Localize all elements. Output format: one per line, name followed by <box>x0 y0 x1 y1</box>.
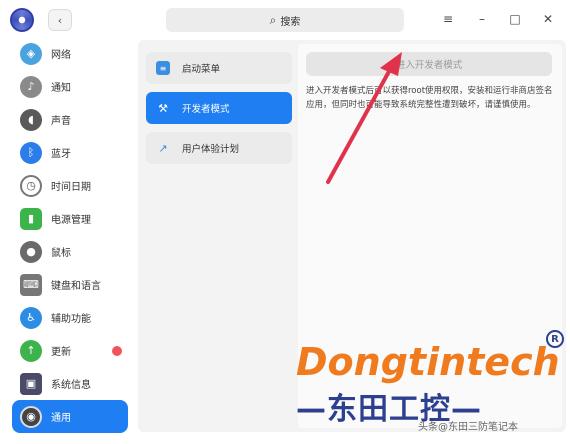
sidebar-item-label: 更新 <box>51 347 71 358</box>
menu-button[interactable]: ≡ <box>438 9 458 29</box>
bell-icon: ♪ <box>20 75 42 98</box>
submenu-item-boot-menu[interactable]: ≡ 启动菜单 <box>146 52 292 84</box>
clock-icon: ◷ <box>20 174 42 197</box>
sidebar-item-label: 通知 <box>51 83 71 94</box>
sidebar-item-label: 通用 <box>51 413 71 424</box>
close-button[interactable]: ✕ <box>538 9 558 29</box>
sidebar-item-keyboard[interactable]: ⌨ 键盘和语言 <box>12 268 128 301</box>
sidebar-item-update[interactable]: ↑ 更新 <box>12 334 128 367</box>
app-logo-icon <box>10 8 34 32</box>
sidebar-item-notification[interactable]: ♪ 通知 <box>12 70 128 103</box>
submenu-item-label: 开发者模式 <box>182 104 230 115</box>
general-submenu: ≡ 启动菜单 ⚒ 开发者模式 ↗ 用户体验计划 <box>146 52 292 172</box>
sidebar-item-system-info[interactable]: ▣ 系统信息 <box>12 367 128 400</box>
developer-mode-description: 进入开发者模式后可以获得root使用权限，安装和运行非商店签名应用，但同时也可能… <box>306 86 553 110</box>
sidebar-item-label: 声音 <box>51 116 71 127</box>
sidebar-item-general[interactable]: ◉ 通用 <box>12 400 128 433</box>
submenu-item-label: 启动菜单 <box>182 64 221 75</box>
watermark-brand: Dongtintech <box>296 340 560 384</box>
sidebar-item-label: 鼠标 <box>51 248 71 259</box>
search-input[interactable]: ⌕ 搜索 <box>166 8 404 32</box>
submenu-item-developer-mode[interactable]: ⚒ 开发者模式 <box>146 92 292 124</box>
sidebar-item-sound[interactable]: ◖ 声音 <box>12 103 128 136</box>
sidebar-item-accessibility[interactable]: ♿ 辅助功能 <box>12 301 128 334</box>
sidebar-item-label: 时间日期 <box>51 182 91 193</box>
mouse-icon: ● <box>20 240 42 263</box>
sidebar-item-label: 电源管理 <box>51 215 91 226</box>
sidebar-item-network[interactable]: ◈ 网络 <box>12 37 128 70</box>
sidebar-item-label: 系统信息 <box>51 380 91 391</box>
submenu-item-user-experience[interactable]: ↗ 用户体验计划 <box>146 132 292 164</box>
sidebar: ‹ ◈ 网络 ♪ 通知 ◖ 声音 ᛒ 蓝牙 ◷ 时间日期 ▮ 电源管理 ● 鼠标 <box>0 0 134 444</box>
sidebar-item-label: 键盘和语言 <box>51 281 101 292</box>
sidebar-item-label: 蓝牙 <box>51 149 71 160</box>
search-icon: ⌕ <box>269 12 277 27</box>
back-button[interactable]: ‹ <box>48 9 72 31</box>
chevron-left-icon: ‹ <box>57 13 63 27</box>
speaker-icon: ◖ <box>20 108 42 131</box>
watermark-credit: 头条@东田三防笔记本 <box>418 422 518 433</box>
close-icon: ✕ <box>542 12 554 26</box>
sidebar-item-mouse[interactable]: ● 鼠标 <box>12 235 128 268</box>
accessibility-icon: ♿ <box>20 306 42 329</box>
boot-menu-icon: ≡ <box>156 61 170 75</box>
keyboard-icon: ⌨ <box>20 273 42 296</box>
menu-icon: ≡ <box>442 12 454 26</box>
maximize-button[interactable]: □ <box>505 9 525 29</box>
sidebar-item-bluetooth[interactable]: ᛒ 蓝牙 <box>12 136 128 169</box>
sidebar-item-datetime[interactable]: ◷ 时间日期 <box>12 169 128 202</box>
sidebar-item-power[interactable]: ▮ 电源管理 <box>12 202 128 235</box>
system-info-icon: ▣ <box>20 372 42 395</box>
developer-tools-icon: ⚒ <box>158 101 168 115</box>
minimize-button[interactable]: – <box>472 9 492 29</box>
battery-icon: ▮ <box>20 207 42 230</box>
submenu-item-label: 用户体验计划 <box>182 144 240 155</box>
update-badge <box>112 345 122 356</box>
general-icon: ◉ <box>20 405 42 428</box>
network-icon: ◈ <box>20 42 42 65</box>
enter-developer-mode-button[interactable]: 进入开发者模式 <box>306 52 552 76</box>
update-icon: ↑ <box>20 339 42 362</box>
bluetooth-icon: ᛒ <box>20 141 42 164</box>
chart-trend-icon: ↗ <box>158 141 168 155</box>
maximize-icon: □ <box>509 12 521 26</box>
sidebar-nav: ◈ 网络 ♪ 通知 ◖ 声音 ᛒ 蓝牙 ◷ 时间日期 ▮ 电源管理 ● 鼠标 ⌨ <box>12 37 128 433</box>
search-placeholder: 搜索 <box>280 16 301 28</box>
minimize-icon: – <box>479 12 485 26</box>
sidebar-item-label: 辅助功能 <box>51 314 91 325</box>
sidebar-item-label: 网络 <box>51 50 71 61</box>
registered-mark: R <box>546 330 564 348</box>
